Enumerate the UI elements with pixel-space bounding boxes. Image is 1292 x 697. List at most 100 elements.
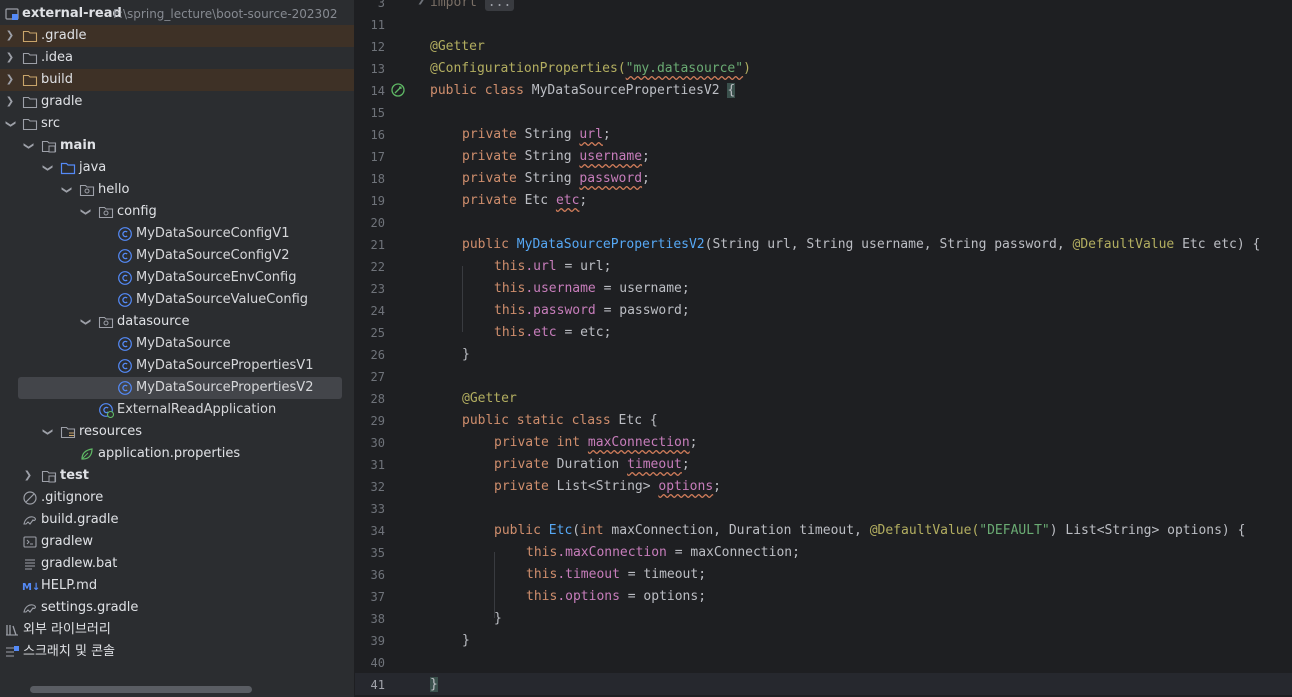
code-line[interactable]: @Getter (430, 36, 485, 58)
tree-item-class-selected[interactable]: MyDataSourcePropertiesV2 (0, 377, 354, 399)
tree-item-idea[interactable]: ❯ .idea (0, 47, 354, 69)
tree-item-class[interactable]: MyDataSourceEnvConfig (0, 267, 354, 289)
tree-item-resources[interactable]: ❯ resources (0, 421, 354, 443)
code-line[interactable]: public static class Etc { (462, 410, 658, 432)
code-line[interactable]: } (494, 608, 502, 630)
code-line[interactable]: this.username = username; (494, 278, 690, 300)
horizontal-scrollbar[interactable] (30, 686, 252, 693)
code-line[interactable]: public Etc(int maxConnection, Duration t… (494, 520, 1245, 542)
code-line[interactable]: private Duration timeout; (494, 454, 690, 476)
code-line[interactable]: public MyDataSourcePropertiesV2(String u… (462, 234, 1260, 256)
code-line[interactable]: private Etc etc; (462, 190, 587, 212)
tree-item-main[interactable]: ❯ main (0, 135, 354, 157)
code-line[interactable]: this.timeout = timeout; (526, 564, 706, 586)
code-line[interactable]: } (462, 344, 470, 366)
assignment: = timeout; (619, 567, 707, 582)
line-number: 34 (370, 524, 385, 538)
spring-bean-gutter-icon[interactable] (390, 82, 406, 98)
line-number: 24 (370, 304, 385, 318)
field: etc (555, 193, 580, 208)
keyword: import (430, 0, 477, 10)
code-line[interactable]: this.maxConnection = maxConnection; (526, 542, 800, 564)
code-line[interactable]: private int maxConnection; (494, 432, 698, 454)
tree-item-config[interactable]: ❯ config (0, 201, 354, 223)
project-module-icon (4, 6, 20, 22)
code-line[interactable]: this.url = url; (494, 256, 611, 278)
params: (String url, String username, String pas… (704, 237, 1073, 252)
code-line[interactable]: private String username; (462, 146, 650, 168)
chevron-right-icon[interactable]: ❯ (4, 28, 16, 44)
tree-item-application-class[interactable]: ExternalReadApplication (0, 399, 354, 421)
code-line[interactable]: public class MyDataSourcePropertiesV2 { (430, 80, 736, 102)
tree-item-src[interactable]: ❯ src (0, 113, 354, 135)
code-line[interactable]: this.etc = etc; (494, 322, 611, 344)
code-line[interactable]: @Getter (462, 388, 517, 410)
tree-item-gitignore[interactable]: .gitignore (0, 487, 354, 509)
assignment: = options; (619, 589, 707, 604)
tree-item-hello[interactable]: ❯ hello (0, 179, 354, 201)
code-line[interactable]: private List<String> options; (494, 476, 721, 498)
keyword: private (462, 149, 525, 164)
punct: ; (642, 171, 650, 186)
tree-item-settings-gradle[interactable]: settings.gradle (0, 597, 354, 619)
class-icon (117, 336, 133, 352)
chevron-right-icon[interactable]: ❯ (4, 50, 16, 66)
chevron-down-icon[interactable]: ❯ (58, 184, 74, 196)
annotation: @ConfigurationProperties( (430, 61, 626, 76)
tree-item-class[interactable]: MyDataSourceConfigV2 (0, 245, 354, 267)
chevron-right-icon[interactable]: ❯ (4, 94, 16, 110)
tree-item-class[interactable]: MyDataSourcePropertiesV1 (0, 355, 354, 377)
chevron-down-icon[interactable]: ❯ (39, 426, 55, 438)
code-line[interactable]: this.password = password; (494, 300, 690, 322)
punct: ; (689, 435, 698, 450)
chevron-down-icon[interactable]: ❯ (20, 140, 36, 152)
tree-item-java[interactable]: ❯ java (0, 157, 354, 179)
keyword: this (494, 281, 526, 296)
chevron-down-icon[interactable]: ❯ (2, 118, 18, 130)
tree-item-gradle-dir[interactable]: ❯ .gradle (0, 25, 354, 47)
field: maxConnection (587, 435, 690, 450)
keyword: private (494, 479, 557, 494)
string-literal: "DEFAULT" (979, 523, 1050, 538)
code-line[interactable]: this.options = options; (526, 586, 706, 608)
tree-item-gradle[interactable]: ❯ gradle (0, 91, 354, 113)
code-line[interactable]: @ConfigurationProperties("my.datasource"… (430, 58, 751, 80)
field: url (579, 127, 603, 142)
tree-item-build[interactable]: ❯ build (0, 69, 354, 91)
tree-item-class[interactable]: MyDataSource (0, 333, 354, 355)
code-line-current[interactable]: } (430, 674, 438, 696)
type: List<String> (556, 479, 659, 494)
tree-item-class[interactable]: MyDataSourceValueConfig (0, 289, 354, 311)
tree-item-build-gradle[interactable]: build.gradle (0, 509, 354, 531)
tree-item-datasource[interactable]: ❯ datasource (0, 311, 354, 333)
field: .password (525, 303, 596, 318)
tree-root-row[interactable]: external-read F:\spring_lecture\boot-sou… (0, 3, 354, 25)
keyword: int (580, 523, 604, 538)
tree-item-help-md[interactable]: M↓ HELP.md (0, 575, 354, 597)
tree-item-scratches[interactable]: 스크래치 및 콘솔 (0, 641, 354, 663)
chevron-down-icon[interactable]: ❯ (77, 206, 93, 218)
tree-item-gradlew-bat[interactable]: gradlew.bat (0, 553, 354, 575)
tree-item-test[interactable]: ❯ test (0, 465, 354, 487)
line-number: 33 (370, 502, 385, 516)
string-literal: "my.datasource" (625, 61, 744, 76)
fold-chevron-icon[interactable]: ❯ (417, 0, 425, 5)
annotation: @Getter (462, 391, 517, 406)
class-name: MyDataSourcePropertiesV2 (531, 83, 728, 98)
chevron-down-icon[interactable]: ❯ (77, 316, 93, 328)
tree-item-external-libraries[interactable]: 외부 라이브러리 (0, 619, 354, 641)
tree-item-class[interactable]: MyDataSourceConfigV1 (0, 223, 354, 245)
class-icon (117, 380, 133, 396)
code-line[interactable]: private String password; (462, 168, 650, 190)
tree-item-properties[interactable]: application.properties (0, 443, 354, 465)
code-line[interactable]: } (462, 630, 470, 652)
tree-item-gradlew[interactable]: gradlew (0, 531, 354, 553)
code-line[interactable]: import ... (430, 0, 515, 14)
folded-region[interactable]: ... (484, 0, 515, 11)
chevron-right-icon[interactable]: ❯ (22, 468, 34, 484)
punct: ; (642, 149, 650, 164)
code-line[interactable]: private String url; (462, 124, 611, 146)
chevron-right-icon[interactable]: ❯ (4, 72, 16, 88)
chevron-down-icon[interactable]: ❯ (39, 162, 55, 174)
field: .maxConnection (557, 545, 667, 560)
